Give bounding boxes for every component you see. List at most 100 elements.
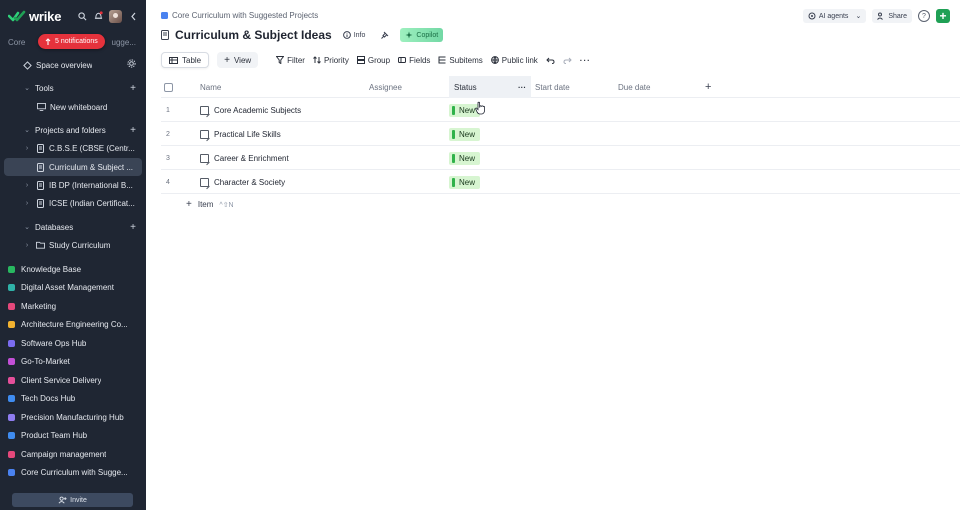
- sidebar-section-tools[interactable]: ⌄ Tools +: [22, 79, 142, 97]
- page-title[interactable]: Curriculum & Subject Ideas: [175, 28, 332, 42]
- create-new-button[interactable]: +: [936, 9, 950, 23]
- status-label: New: [459, 153, 476, 163]
- sidebar-space-label: Software Ops Hub: [21, 338, 87, 348]
- task-name-cell[interactable]: Practical Life Skills: [200, 122, 281, 146]
- sidebar-space-item[interactable]: Knowledge Base: [8, 260, 142, 278]
- sidebar-space-item[interactable]: Software Ops Hub: [8, 334, 142, 352]
- sidebar-item-space-overview[interactable]: Space overview: [22, 56, 142, 74]
- column-status[interactable]: Status ···: [449, 76, 531, 98]
- sidebar-item-icse[interactable]: › ICSE (Indian Certificat...: [22, 194, 142, 212]
- column-menu-icon[interactable]: ···: [518, 83, 526, 92]
- more-options-icon[interactable]: ···: [580, 56, 591, 65]
- sidebar-space-item[interactable]: Core Curriculum with Sugge...: [8, 463, 142, 481]
- sidebar-space-item[interactable]: Client Service Delivery: [8, 371, 142, 389]
- search-icon[interactable]: [77, 11, 87, 21]
- sidebar-item-ib-dp[interactable]: › IB DP (International B...: [22, 176, 142, 194]
- public-link-label: Public link: [501, 55, 538, 65]
- sidebar-section-databases[interactable]: ⌄ Databases +: [22, 218, 142, 236]
- info-button[interactable]: Info: [338, 28, 371, 42]
- add-item-label: Item: [197, 200, 214, 209]
- undo-button[interactable]: [546, 57, 555, 64]
- ai-agents-button[interactable]: AI agents ⌄: [802, 9, 867, 23]
- invite-button[interactable]: Invite: [12, 493, 133, 507]
- chevron-down-icon: ⌄: [24, 127, 30, 134]
- group-button[interactable]: Group: [356, 56, 390, 65]
- gear-icon[interactable]: [127, 59, 136, 71]
- redo-button[interactable]: [563, 57, 572, 64]
- status-cell[interactable]: New: [449, 146, 481, 170]
- status-cell[interactable]: New: [449, 122, 481, 146]
- column-assignee[interactable]: Assignee: [369, 76, 402, 98]
- priority-button[interactable]: Priority: [313, 56, 349, 65]
- sidebar-space-item[interactable]: Architecture Engineering Co...: [8, 315, 142, 333]
- help-icon[interactable]: ?: [918, 10, 930, 22]
- chevron-right-icon: ›: [25, 199, 29, 207]
- task-name-cell[interactable]: Character & Society: [200, 170, 285, 194]
- table-row[interactable]: 1 Core Academic Subjects New: [161, 98, 960, 122]
- plus-icon: +: [224, 54, 230, 66]
- whiteboard-icon: [36, 102, 46, 112]
- column-due-date[interactable]: Due date: [618, 76, 650, 98]
- sidebar-item-study-curriculum[interactable]: › Study Curriculum: [22, 236, 142, 254]
- task-name-cell[interactable]: Core Academic Subjects: [200, 98, 301, 122]
- table-row[interactable]: 4 Character & Society New: [161, 170, 960, 194]
- copilot-label: Copilot: [416, 31, 439, 39]
- workspace-label-left: Core: [8, 37, 26, 47]
- chevron-right-icon: ›: [25, 241, 29, 249]
- add-database-icon[interactable]: +: [130, 222, 136, 233]
- sidebar-space-label: Core Curriculum with Sugge...: [21, 467, 128, 477]
- status-badge[interactable]: New: [449, 127, 481, 141]
- sidebar-space-item[interactable]: Product Team Hub: [8, 426, 142, 444]
- copilot-button[interactable]: Copilot: [400, 28, 444, 42]
- column-name[interactable]: Name: [200, 76, 221, 98]
- sidebar-space-item[interactable]: Marketing: [8, 297, 142, 315]
- space-icon: [8, 413, 15, 421]
- space-icon: [8, 339, 15, 347]
- add-view-button[interactable]: + View: [217, 52, 259, 68]
- space-icon: [8, 450, 15, 458]
- sidebar-item-label: IB DP (International B...: [49, 180, 133, 190]
- select-all-checkbox[interactable]: [164, 76, 173, 98]
- sidebar-space-item[interactable]: Digital Asset Management: [8, 278, 142, 296]
- redo-icon: [563, 57, 572, 64]
- breadcrumb[interactable]: Core Curriculum with Suggested Projects: [161, 11, 318, 20]
- sidebar-space-item[interactable]: Precision Manufacturing Hub: [8, 408, 142, 426]
- subitems-button[interactable]: Subitems: [438, 56, 483, 65]
- sidebar-item-label: New whiteboard: [50, 102, 108, 112]
- add-item-button[interactable]: + Item ^⇧N: [186, 199, 234, 210]
- task-name: Career & Enrichment: [214, 153, 289, 163]
- sidebar-item-label: Study Curriculum: [49, 240, 111, 250]
- share-button[interactable]: Share: [872, 9, 912, 23]
- sidebar-space-item[interactable]: Campaign management: [8, 445, 142, 463]
- public-link-button[interactable]: Public link: [490, 55, 538, 65]
- space-icon: [8, 357, 15, 365]
- status-badge[interactable]: New: [449, 151, 481, 165]
- add-column-button[interactable]: +: [705, 76, 711, 98]
- sidebar-item-cbse[interactable]: › C.B.S.E (CBSE (Centr...: [22, 139, 142, 157]
- row-number: 3: [166, 154, 170, 162]
- sidebar-space-item[interactable]: Tech Docs Hub: [8, 389, 142, 407]
- column-start-date[interactable]: Start date: [535, 76, 570, 98]
- sidebar-space-label: Product Team Hub: [21, 430, 88, 440]
- status-cell[interactable]: New: [449, 170, 481, 194]
- shortcut-hint: ^⇧N: [219, 201, 234, 209]
- filter-button[interactable]: Filter: [276, 56, 305, 65]
- task-name-cell[interactable]: Career & Enrichment: [200, 146, 289, 170]
- sidebar-space-item[interactable]: Go-To-Market: [8, 352, 142, 370]
- fields-button[interactable]: Fields: [398, 56, 430, 65]
- avatar[interactable]: [109, 9, 122, 23]
- pin-button[interactable]: [376, 28, 394, 42]
- sidebar-section-projects[interactable]: ⌄ Projects and folders +: [22, 121, 142, 139]
- tab-table[interactable]: Table: [161, 52, 210, 68]
- table-row[interactable]: 3 Career & Enrichment New: [161, 146, 960, 170]
- status-badge[interactable]: New: [449, 175, 481, 189]
- add-project-icon[interactable]: +: [130, 125, 136, 136]
- table-row[interactable]: 2 Practical Life Skills New: [161, 122, 960, 146]
- bell-icon[interactable]: [93, 11, 103, 21]
- collapse-sidebar-icon[interactable]: [128, 11, 138, 21]
- add-tool-icon[interactable]: +: [130, 83, 136, 94]
- sidebar-item-new-whiteboard[interactable]: New whiteboard: [36, 98, 142, 116]
- notifications-toast[interactable]: 5 notifications: [38, 34, 105, 49]
- wrike-logo[interactable]: wrike: [8, 9, 61, 24]
- sidebar-item-curriculum-subject[interactable]: Curriculum & Subject ...: [4, 158, 142, 176]
